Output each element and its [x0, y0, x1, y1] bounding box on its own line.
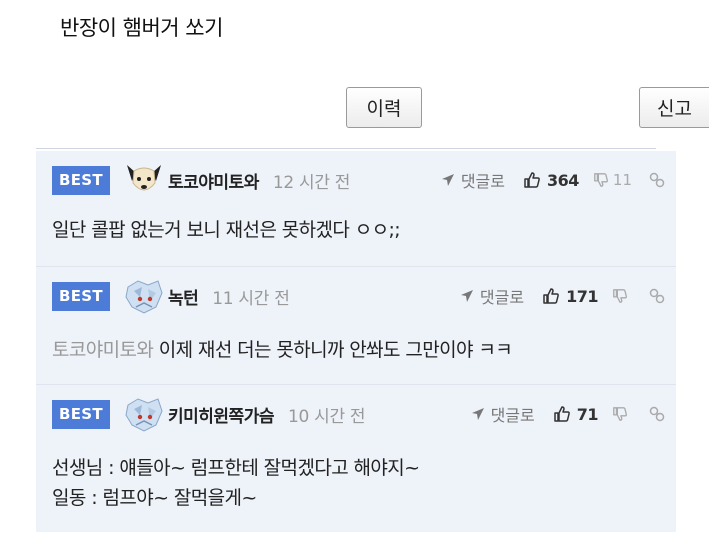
like-count: 364 — [547, 170, 579, 190]
reply-button[interactable]: 댓글로 — [471, 402, 535, 426]
reply-arrow-icon — [471, 408, 484, 420]
dog-avatar-icon[interactable] — [124, 161, 164, 199]
reply-arrow-icon — [441, 174, 454, 186]
divider — [36, 148, 656, 149]
comment-meta: BEST 녹턴 11 시간 전 댓글로 171 — [52, 280, 666, 314]
reply-arrow-icon — [460, 290, 473, 302]
like-button[interactable]: 364 — [523, 171, 579, 190]
comment-author[interactable]: 키미히윈쪽가슴 — [168, 402, 274, 427]
dislike-button[interactable]: 11 — [593, 171, 632, 189]
thumbs-up-icon — [553, 406, 570, 422]
like-button[interactable]: 171 — [542, 287, 598, 306]
best-badge: BEST — [52, 399, 110, 429]
dislike-button[interactable] — [612, 288, 632, 304]
comment-actions: 댓글로 171 — [460, 281, 666, 311]
comment-time: 12 시간 전 — [272, 172, 351, 193]
comment-line: 일동 : 럼프야~ 잘먹을게~ — [52, 487, 257, 509]
comment-actions: 댓글로 364 11 — [441, 165, 666, 195]
comment-line: 토코야미토와 이제 재선 더는 못하니까 안쏴도 그만이야 ㅋㅋ — [52, 335, 513, 365]
comment-line: 선생님 : 얘들아~ 럼프한테 잘먹겠다고 해야지~ — [52, 457, 420, 479]
reply-label: 댓글로 — [479, 288, 525, 307]
history-button[interactable]: 이력 — [346, 87, 422, 128]
like-count: 71 — [576, 404, 599, 424]
like-button[interactable]: 71 — [553, 404, 599, 424]
comment-body: 일단 콜팝 없는거 보니 재선은 못하겠다 ㅇㅇ;; — [52, 215, 401, 245]
mention-user[interactable]: 토코야미토와 — [52, 339, 154, 361]
comment-time: 10 시간 전 — [287, 406, 366, 427]
comment-meta: BEST 토코야미토와 12 시간 전 댓글로 364 11 — [52, 165, 666, 195]
reply-button[interactable]: 댓글로 — [441, 168, 505, 192]
comment-body: 토코야미토와 이제 재선 더는 못하니까 안쏴도 그만이야 ㅋㅋ — [52, 335, 513, 365]
best-comments-list: BEST 토코야미토와 12 시간 전 댓글로 364 11 일단 콜팝 없는거… — [36, 151, 676, 532]
reply-label: 댓글로 — [460, 172, 505, 191]
comment-item: BEST 키미히윈쪽가슴 10 시간 전 댓글로 71 선생님: 얘들아~ 럼… — [36, 385, 676, 532]
dislike-button[interactable] — [612, 406, 632, 422]
comment-item: BEST 토코야미토와 12 시간 전 댓글로 364 11 일단 콜팝 없는거… — [36, 151, 676, 267]
report-button[interactable]: 신고 — [639, 87, 709, 128]
comment-line-text: 이제 재선 더는 못하니까 안쏴도 그만이야 ㅋㅋ — [158, 339, 513, 361]
permalink-icon[interactable] — [648, 287, 666, 305]
thumbs-down-icon — [613, 407, 627, 421]
comment-author[interactable]: 녹턴 — [168, 284, 199, 309]
thumbs-up-icon — [524, 172, 540, 188]
best-badge: BEST — [52, 165, 110, 195]
post-title: 반장이 햄버거 쏘기 — [60, 16, 223, 40]
comment-item: BEST 녹턴 11 시간 전 댓글로 171 토코야미토와 이제 재선 더는 … — [36, 267, 676, 385]
comment-meta: BEST 키미히윈쪽가슴 10 시간 전 댓글로 71 — [52, 398, 666, 432]
like-count: 171 — [566, 286, 598, 306]
ice-avatar-icon[interactable] — [124, 277, 164, 315]
comment-time: 11 시간 전 — [212, 288, 290, 309]
ice-avatar-icon[interactable] — [124, 395, 164, 433]
thumbs-down-icon — [594, 173, 608, 187]
thumbs-down-icon — [613, 289, 627, 303]
reply-button[interactable]: 댓글로 — [460, 284, 524, 308]
comment-author[interactable]: 토코야미토와 — [168, 168, 259, 193]
dislike-count: 11 — [612, 171, 632, 189]
reply-label: 댓글로 — [490, 406, 535, 425]
permalink-icon[interactable] — [648, 171, 666, 189]
best-badge: BEST — [52, 281, 110, 311]
comment-body: 선생님 : 얘들아~ 럼프한테 잘먹겠다고 해야지~ 일동 : 럼프야~ 잘먹을… — [52, 453, 420, 513]
comment-line: 일단 콜팝 없는거 보니 재선은 못하겠다 ㅇㅇ;; — [52, 219, 401, 241]
permalink-icon[interactable] — [648, 405, 666, 423]
comment-actions: 댓글로 71 — [471, 399, 666, 429]
thumbs-up-icon — [543, 288, 559, 304]
